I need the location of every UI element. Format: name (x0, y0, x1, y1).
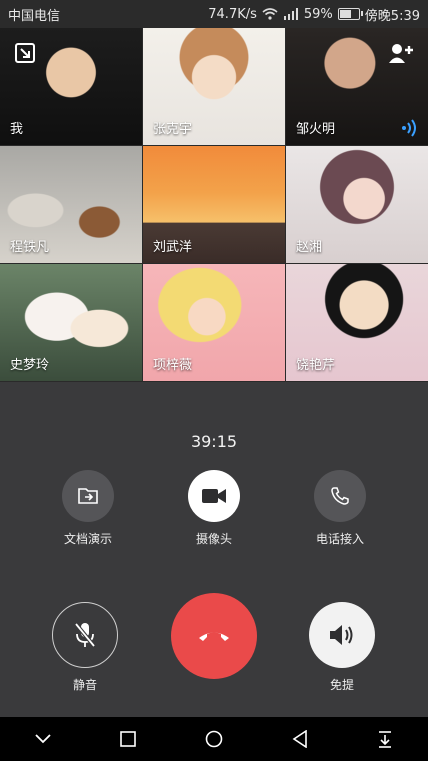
wifi-icon (262, 8, 278, 20)
status-right: 74.7K/s 59% 傍晚5:39 (208, 5, 420, 24)
participant-name: 史梦玲 (10, 358, 50, 373)
camera-circle[interactable] (188, 470, 240, 522)
share-doc-label: 文档演示 (63, 532, 112, 546)
hangup-circle[interactable] (171, 593, 257, 679)
participant-name: 张克宇 (153, 122, 193, 137)
call-duration: 39:15 (190, 432, 238, 451)
participant-name: 赵湘 (296, 240, 323, 255)
back-triangle-icon (292, 730, 307, 748)
phone-dial-in-label: 电话接入 (315, 532, 364, 546)
video-camera-icon (202, 489, 226, 503)
participant-name: 程铁凡 (10, 240, 50, 255)
net-speed: 74.7K/s (208, 6, 257, 22)
mute-button[interactable]: 静音 (30, 602, 140, 693)
nav-collapse-button[interactable] (21, 717, 65, 761)
participant-tile[interactable]: 赵湘 (286, 146, 428, 263)
nav-back-button[interactable] (278, 717, 322, 761)
share-doc-button[interactable]: 文档演示 (33, 470, 143, 547)
carrier-label: 中国电信 (8, 8, 61, 24)
participant-tile[interactable]: 项梓薇 (143, 264, 285, 381)
speaker-label: 免提 (329, 678, 354, 692)
status-bar: 中国电信 74.7K/s 59% 傍晚5:39 (0, 0, 428, 28)
share-doc-circle[interactable] (62, 470, 114, 522)
system-nav-bar (0, 717, 428, 761)
screen-share-icon[interactable] (14, 42, 36, 64)
participant-tile[interactable]: 饶艳芹 (286, 264, 428, 381)
hangup-phone-icon (199, 632, 229, 641)
phone-dial-in-button[interactable]: 电话接入 (285, 470, 395, 547)
battery-percent: 59% (303, 6, 333, 22)
nav-recents-button[interactable] (106, 717, 150, 761)
camera-button[interactable]: 摄像头 (159, 470, 269, 547)
add-user-icon[interactable] (388, 42, 414, 64)
mute-label: 静音 (72, 678, 97, 692)
phone-dial-in-circle[interactable] (314, 470, 366, 522)
participant-name: 邹火明 (296, 122, 336, 137)
speaker-icon (330, 625, 353, 645)
speaking-icon (402, 119, 416, 137)
mic-off-icon (74, 622, 96, 648)
participant-name: 饶艳芹 (296, 358, 336, 373)
clock: 傍晚5:39 (364, 8, 420, 24)
participant-tile[interactable]: 程铁凡 (0, 146, 142, 263)
participant-name: 项梓薇 (153, 358, 193, 373)
signal-icon (283, 8, 298, 20)
chevron-down-icon (35, 734, 51, 744)
pull-down-icon (379, 731, 392, 748)
share-doc-icon (78, 488, 98, 504)
participant-tile[interactable]: 史梦玲 (0, 264, 142, 381)
phone-icon (331, 487, 349, 505)
speaker-circle[interactable] (309, 602, 375, 668)
participant-tile[interactable]: 邹火明 (286, 28, 428, 145)
battery-icon (337, 8, 363, 20)
participant-grid: 我 张克宇 邹火明 程铁凡 刘武洋 赵湘 史梦玲 项梓薇 饶艳芹 (0, 28, 428, 382)
nav-notification-button[interactable] (363, 717, 407, 761)
participant-tile[interactable]: 张克宇 (143, 28, 285, 145)
participant-tile[interactable]: 我 (0, 28, 142, 145)
nav-home-button[interactable] (192, 717, 236, 761)
mute-circle[interactable] (52, 602, 118, 668)
hangup-button[interactable] (159, 593, 269, 679)
camera-label: 摄像头 (195, 532, 232, 546)
circle-icon (205, 730, 223, 748)
square-icon (120, 731, 137, 747)
participant-name: 刘武洋 (153, 240, 193, 255)
participant-name: 我 (10, 122, 24, 137)
speaker-button[interactable]: 免提 (287, 602, 397, 693)
participant-tile[interactable]: 刘武洋 (143, 146, 285, 263)
